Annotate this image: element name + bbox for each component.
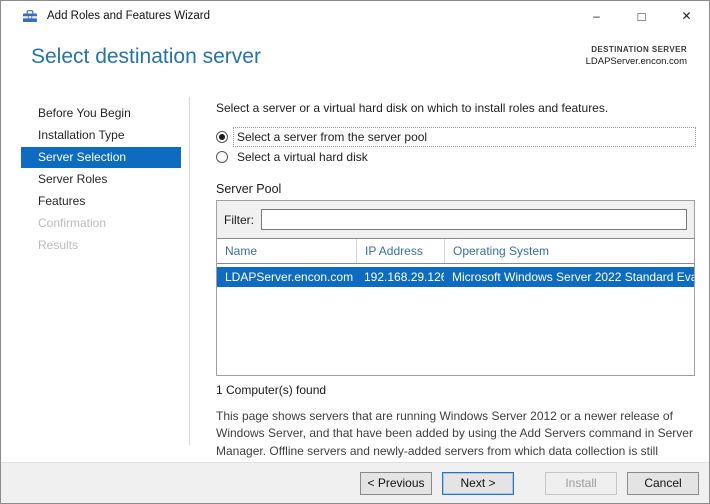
sidebar-item-results: Results	[38, 238, 79, 252]
server-table: Name IP Address Operating System LDAPSer…	[217, 238, 694, 375]
filter-row: Filter:	[217, 201, 694, 238]
sidebar-divider	[189, 97, 216, 445]
server-pool-heading: Server Pool	[216, 182, 282, 196]
sidebar-item-confirmation: Confirmation	[38, 216, 107, 230]
cell-ip-address: 192.168.29.126	[364, 270, 444, 284]
wizard-header: Select destination server DESTINATION SE…	[1, 31, 709, 89]
computer-count-text: 1 Computer(s) found	[216, 383, 327, 397]
next-button[interactable]: Next >	[442, 471, 514, 495]
radio-unselected-icon[interactable]	[216, 151, 228, 163]
table-header-row: Name IP Address Operating System	[217, 239, 694, 264]
minimize-icon[interactable]: –	[574, 1, 619, 31]
window-title: Add Roles and Features Wizard	[47, 10, 210, 22]
filter-input[interactable]	[261, 209, 687, 230]
maximize-icon[interactable]: □	[619, 1, 664, 31]
sidebar-item-before-you-begin[interactable]: Before You Begin	[21, 103, 181, 124]
wizard-window: Add Roles and Features Wizard – □ ✕ Sele…	[0, 0, 710, 504]
destination-label: DESTINATION SERVER	[591, 45, 687, 54]
radio-row-server-pool[interactable]: Select a server from the server pool	[216, 127, 696, 147]
sidebar-item-server-selection[interactable]: Server Selection	[21, 147, 181, 168]
main-content: Select a server or a virtual hard disk o…	[216, 93, 696, 478]
previous-button[interactable]: < Previous	[360, 471, 432, 495]
radio-selected-icon[interactable]	[216, 131, 228, 143]
cancel-button[interactable]: Cancel	[627, 471, 699, 495]
filter-label: Filter:	[224, 212, 254, 227]
column-header-ip-address[interactable]: IP Address	[356, 239, 444, 263]
destination-server-name: LDAPServer.encon.com	[585, 56, 687, 67]
sidebar-item-installation-type[interactable]: Installation Type	[21, 125, 181, 146]
cell-operating-system: Microsoft Windows Server 2022 Standard E…	[452, 270, 694, 284]
sidebar-item-features[interactable]: Features	[21, 191, 181, 212]
radio-label-server-pool[interactable]: Select a server from the server pool	[233, 127, 696, 147]
column-header-operating-system[interactable]: Operating System	[444, 239, 694, 263]
install-button: Install	[545, 471, 617, 495]
server-pool-panel: Filter: Name IP Address Operating System…	[216, 200, 695, 376]
toolbox-app-icon	[23, 10, 37, 22]
footer-bar: < Previous Next > Install Cancel	[1, 462, 709, 503]
table-body: LDAPServer.encon.com 192.168.29.126 Micr…	[217, 264, 694, 375]
page-title: Select destination server	[31, 45, 261, 68]
close-icon[interactable]: ✕	[664, 1, 709, 31]
cell-server-name: LDAPServer.encon.com	[225, 270, 354, 284]
instruction-text: Select a server or a virtual hard disk o…	[216, 101, 609, 115]
wizard-body: Before You Begin Installation Type Serve…	[1, 89, 709, 478]
radio-label-virtual-hard-disk[interactable]: Select a virtual hard disk	[234, 148, 371, 166]
table-row[interactable]: LDAPServer.encon.com 192.168.29.126 Micr…	[217, 267, 694, 287]
radio-row-virtual-hard-disk[interactable]: Select a virtual hard disk	[216, 147, 695, 167]
sidebar-item-server-roles[interactable]: Server Roles	[21, 169, 181, 190]
column-header-name[interactable]: Name	[217, 239, 356, 263]
destination-block: DESTINATION SERVER LDAPServer.encon.com	[586, 39, 687, 89]
window-controls: – □ ✕	[574, 1, 709, 31]
title-bar: Add Roles and Features Wizard – □ ✕	[1, 1, 709, 31]
wizard-nav: Before You Begin Installation Type Serve…	[21, 93, 181, 445]
